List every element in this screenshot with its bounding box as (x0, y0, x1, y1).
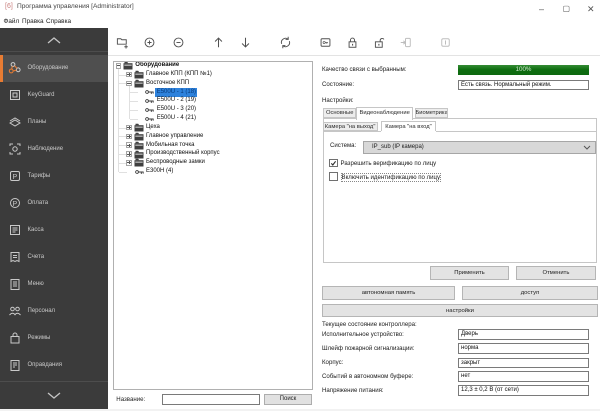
svg-text:P: P (13, 201, 18, 208)
svg-text:P: P (13, 174, 18, 181)
